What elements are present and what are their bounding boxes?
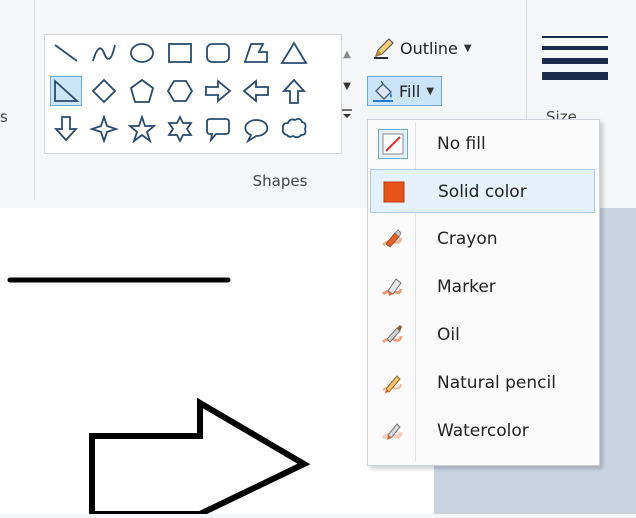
fill-dropdown-menu: No fill Solid color Crayon Marker Oil Na… [367, 119, 600, 466]
no-fill-icon [378, 129, 408, 159]
outline-pencil-icon [374, 38, 394, 59]
menu-item-label: No fill [437, 134, 486, 154]
drawn-right-arrow [89, 397, 311, 517]
shape-left-arrow[interactable] [241, 77, 271, 105]
menu-item-label: Solid color [438, 182, 527, 202]
left-arrow-shape-icon [242, 79, 269, 103]
diamond-shape-icon [91, 78, 117, 104]
fill-button[interactable]: Fill ▼ [367, 76, 442, 106]
shape-six-point-star[interactable] [165, 114, 195, 144]
fill-bucket-icon [373, 80, 393, 102]
menu-item-natural-pencil[interactable]: Natural pencil [370, 361, 595, 405]
gallery-expand-icon[interactable] [338, 104, 356, 134]
oval-callout-shape-icon [244, 119, 269, 144]
four-point-star-shape-icon [89, 114, 119, 144]
solid-color-icon [381, 179, 407, 205]
rounded-rectangle-shape-icon [206, 43, 230, 63]
menu-item-no-fill[interactable]: No fill [370, 122, 595, 166]
up-arrow-shape-icon [281, 78, 307, 104]
fill-label: Fill [399, 81, 421, 101]
crayon-icon [380, 226, 406, 252]
menu-item-label: Watercolor [437, 421, 529, 441]
shape-hexagon[interactable] [165, 77, 195, 105]
shape-down-arrow[interactable] [51, 115, 81, 143]
triangle-shape-icon [280, 41, 308, 64]
down-arrow-shape-icon [53, 116, 79, 142]
menu-item-label: Natural pencil [437, 373, 556, 393]
shape-pentagon[interactable] [127, 77, 157, 105]
shape-curve[interactable] [89, 39, 119, 67]
outline-dropdown-icon: ▼ [463, 42, 472, 54]
shape-cloud-callout[interactable] [279, 115, 309, 143]
shape-rounded-rectangle[interactable] [203, 39, 233, 67]
group-separator [34, 0, 35, 200]
shapes-group-label: Shapes [252, 172, 308, 190]
gallery-scroll-up-icon[interactable]: ▲ [338, 40, 356, 70]
outline-button[interactable]: Outline ▼ [372, 34, 472, 62]
menu-item-solid-color[interactable]: Solid color [370, 169, 595, 213]
fill-dropdown-icon: ▼ [426, 85, 435, 97]
shape-oval[interactable] [127, 39, 157, 67]
oval-shape-icon [130, 43, 154, 63]
menu-item-label: Crayon [437, 229, 498, 249]
menu-item-oil[interactable]: Oil [370, 313, 595, 357]
shape-five-point-star[interactable] [127, 114, 157, 144]
five-point-star-shape-icon [127, 114, 157, 144]
partial-group-label: s [0, 108, 8, 126]
shape-polygon[interactable] [241, 39, 271, 67]
pentagon-shape-icon [129, 78, 155, 103]
shape-rectangle[interactable] [165, 39, 195, 67]
line-shape-icon [54, 44, 78, 62]
shape-rounded-rectangular-callout[interactable] [203, 115, 233, 144]
watercolor-icon [380, 418, 406, 444]
shapes-grid [50, 39, 333, 147]
six-point-star-shape-icon [167, 114, 193, 144]
cloud-callout-shape-icon [281, 117, 307, 139]
shape-line[interactable] [51, 39, 81, 67]
shape-oval-callout[interactable] [241, 115, 271, 144]
curve-shape-icon [92, 44, 116, 62]
menu-item-crayon[interactable]: Crayon [370, 217, 595, 261]
shape-up-arrow[interactable] [279, 77, 309, 105]
rounded-rectangular-callout-shape-icon [206, 118, 230, 144]
line-width-icon [542, 36, 608, 80]
oil-icon [380, 322, 406, 348]
right-triangle-shape-icon [54, 78, 80, 102]
marker-icon [380, 274, 406, 300]
gallery-scrollbar[interactable]: ▲ ▼ [338, 40, 356, 150]
shape-triangle[interactable] [279, 39, 309, 67]
gallery-scroll-down-icon[interactable]: ▼ [338, 72, 356, 102]
rectangle-shape-icon [168, 43, 192, 63]
menu-item-watercolor[interactable]: Watercolor [370, 409, 595, 453]
shape-right-triangle[interactable] [50, 76, 82, 106]
menu-item-label: Oil [437, 325, 460, 345]
menu-item-label: Marker [437, 277, 496, 297]
shape-four-point-star[interactable] [89, 114, 119, 144]
shape-right-arrow[interactable] [203, 77, 233, 105]
polygon-shape-icon [243, 43, 268, 63]
hexagon-shape-icon [166, 80, 194, 102]
shape-diamond[interactable] [89, 77, 119, 105]
right-arrow-shape-icon [205, 79, 232, 103]
menu-item-marker[interactable]: Marker [370, 265, 595, 309]
size-button[interactable] [540, 36, 612, 100]
natural-pencil-icon [380, 370, 406, 396]
shapes-gallery[interactable] [44, 34, 342, 154]
outline-label: Outline [400, 38, 458, 58]
